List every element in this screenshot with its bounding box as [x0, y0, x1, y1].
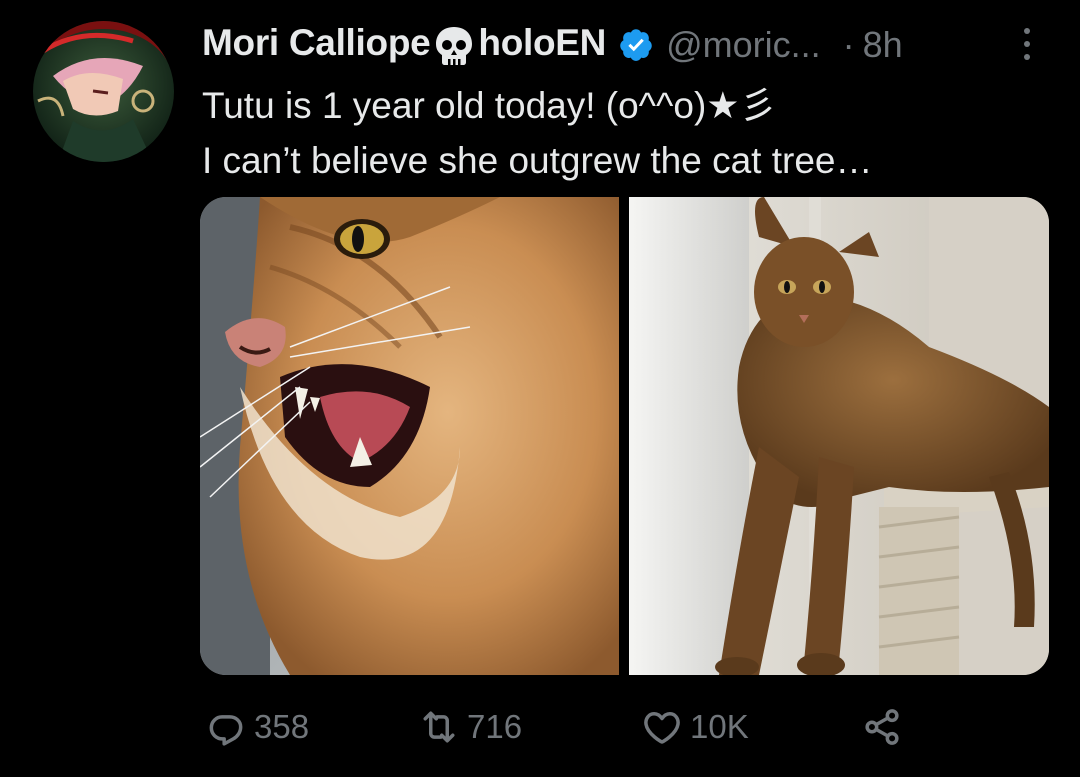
like-button[interactable]: 10K [640, 700, 749, 754]
reply-icon [209, 715, 243, 746]
tweet-card[interactable]: Mori Calliope holoEN @moric... · 8h Tutu [0, 0, 1080, 777]
reply-count: 358 [254, 708, 310, 745]
skull-icon [432, 24, 476, 68]
retweet-icon [423, 711, 455, 743]
media-grid [200, 197, 1049, 675]
tweet-text-line: Tutu is 1 year old today! (o^^o)★彡 [202, 85, 777, 126]
verified-badge-icon [618, 27, 654, 63]
display-name[interactable]: Mori Calliope holoEN [202, 22, 606, 67]
retweet-count: 716 [467, 708, 523, 745]
share-icon [865, 709, 899, 745]
tweet-text: Tutu is 1 year old today! (o^^o)★彡 I can… [202, 78, 1040, 188]
share-button[interactable] [860, 700, 904, 754]
tweet-text-line: I can’t believe she outgrew the cat tree… [202, 140, 873, 181]
like-count: 10K [690, 708, 749, 745]
separator-dot: · [842, 24, 855, 65]
reply-button[interactable]: 358 [204, 700, 309, 754]
more-options-icon[interactable] [1014, 22, 1040, 66]
photo-cat-closeup[interactable] [200, 197, 619, 675]
profile-avatar-icon [33, 21, 174, 162]
tweet-actions: 358 716 10K [200, 700, 920, 754]
tweet-header: Mori Calliope holoEN @moric... · 8h [202, 22, 1040, 68]
user-handle[interactable]: @moric... [666, 24, 821, 66]
heart-icon [644, 712, 680, 744]
avatar[interactable] [33, 21, 174, 162]
photo-cat-on-tree[interactable] [629, 197, 1049, 675]
display-name-part1: Mori Calliope [202, 22, 431, 64]
retweet-button[interactable]: 716 [417, 700, 522, 754]
display-name-part2: holoEN [478, 22, 607, 64]
timestamp[interactable]: 8h [863, 24, 903, 66]
